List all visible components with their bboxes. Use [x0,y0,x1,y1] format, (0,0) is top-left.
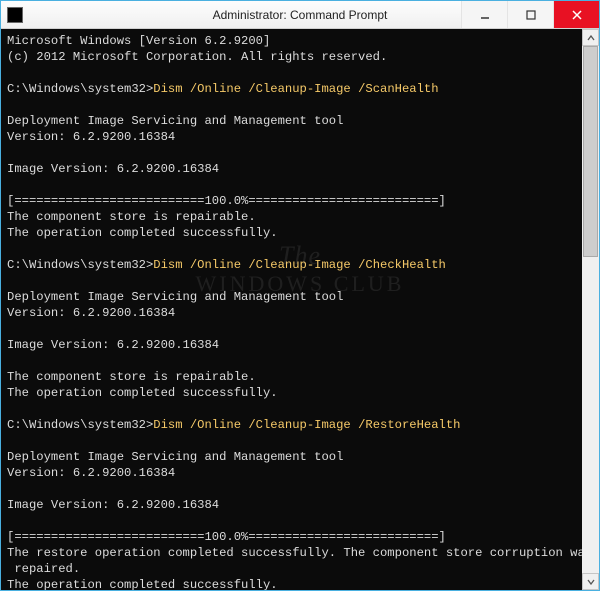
scrollbar-track[interactable] [582,46,599,573]
vertical-scrollbar[interactable] [582,29,599,590]
titlebar[interactable]: Administrator: Command Prompt [1,1,599,29]
success-line: The operation completed successfully. [7,578,278,590]
image-version-line: Image Version: 6.2.9200.16384 [7,498,219,512]
command-prompt-window: Administrator: Command Prompt Microsoft … [0,0,600,591]
prompt: C:\Windows\system32> [7,258,153,272]
progress-bar: [==========================100.0%=======… [7,194,446,208]
terminal-area: Microsoft Windows [Version 6.2.9200] (c)… [1,29,599,590]
command-checkhealth: Dism /Online /Cleanup-Image /CheckHealth [153,258,446,272]
scroll-up-button[interactable] [582,29,599,46]
repairable-line: The component store is repairable. [7,370,256,384]
dism-tool-line: Deployment Image Servicing and Managemen… [7,290,343,304]
dism-version-line: Version: 6.2.9200.16384 [7,130,175,144]
minimize-icon [480,10,490,20]
window-controls [461,1,599,28]
prompt: C:\Windows\system32> [7,418,153,432]
os-header: Microsoft Windows [Version 6.2.9200] [7,34,270,48]
window-title: Administrator: Command Prompt [213,8,388,22]
chevron-down-icon [587,579,595,585]
close-button[interactable] [553,1,599,28]
scrollbar-thumb[interactable] [583,46,598,257]
dism-version-line: Version: 6.2.9200.16384 [7,306,175,320]
dism-tool-line: Deployment Image Servicing and Managemen… [7,114,343,128]
dism-tool-line: Deployment Image Servicing and Managemen… [7,450,343,464]
minimize-button[interactable] [461,1,507,28]
close-icon [572,10,582,20]
app-icon[interactable] [7,7,23,23]
terminal-output[interactable]: Microsoft Windows [Version 6.2.9200] (c)… [1,29,582,590]
progress-bar: [==========================100.0%=======… [7,530,446,544]
restore-success-line: The restore operation completed successf… [7,546,582,576]
maximize-button[interactable] [507,1,553,28]
success-line: The operation completed successfully. [7,386,278,400]
dism-version-line: Version: 6.2.9200.16384 [7,466,175,480]
repairable-line: The component store is repairable. [7,210,256,224]
copyright-line: (c) 2012 Microsoft Corporation. All righ… [7,50,387,64]
prompt: C:\Windows\system32> [7,82,153,96]
maximize-icon [526,10,536,20]
chevron-up-icon [587,35,595,41]
command-restorehealth: Dism /Online /Cleanup-Image /RestoreHeal… [153,418,460,432]
success-line: The operation completed successfully. [7,226,278,240]
image-version-line: Image Version: 6.2.9200.16384 [7,338,219,352]
image-version-line: Image Version: 6.2.9200.16384 [7,162,219,176]
scroll-down-button[interactable] [582,573,599,590]
command-scanhealth: Dism /Online /Cleanup-Image /ScanHealth [153,82,438,96]
